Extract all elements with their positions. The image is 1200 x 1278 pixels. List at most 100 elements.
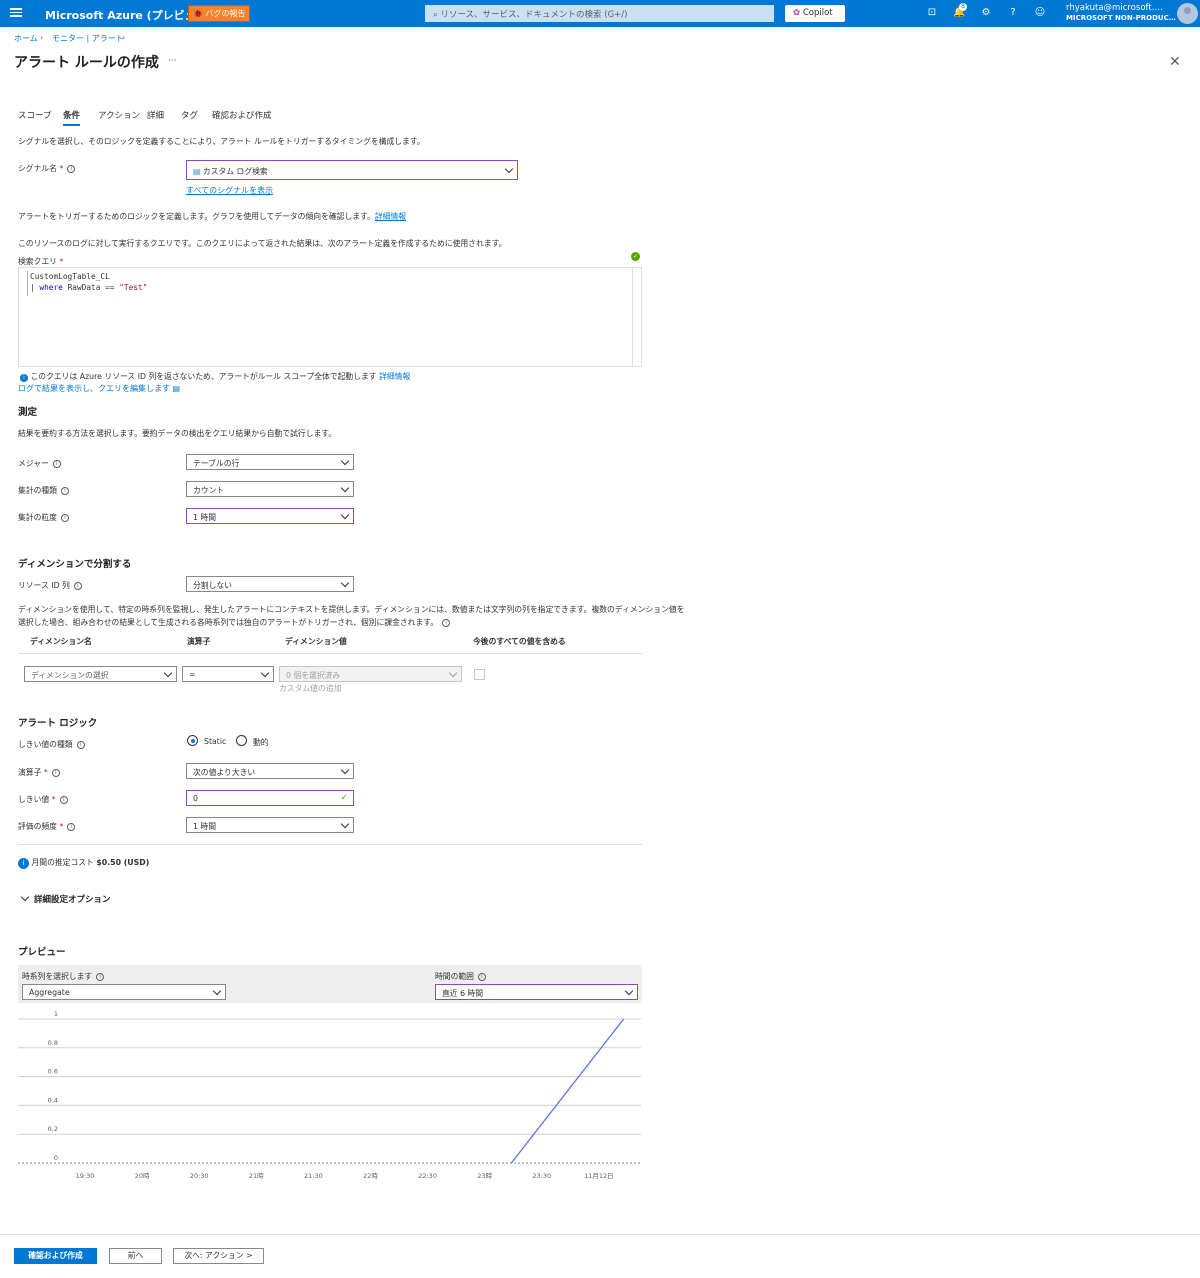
series-label-text: 時系列を選択します — [22, 972, 93, 981]
info-filled-icon: i — [20, 374, 28, 382]
dimension-operator-dropdown[interactable]: = — [182, 666, 274, 682]
divider — [18, 844, 642, 845]
close-icon[interactable]: ✕ — [1169, 54, 1181, 70]
frequency-value: 1 時間 — [193, 822, 217, 831]
info-icon[interactable]: i — [73, 582, 82, 590]
tab-scope[interactable]: スコープ — [18, 109, 52, 121]
time-range-label: 時間の範囲 i — [435, 971, 486, 982]
more-icon[interactable]: ··· — [168, 56, 177, 66]
tab-details[interactable]: 詳細 — [147, 109, 164, 121]
info-icon[interactable]: i — [442, 619, 451, 627]
previous-button[interactable]: 前へ — [109, 1248, 162, 1264]
logic-learn-more-link[interactable]: 詳細情報 — [375, 212, 406, 221]
logic-text-body: アラートをトリガーするためのロジックを定義します。グラフを使用してデータの傾向を… — [18, 212, 375, 221]
tab-review-create[interactable]: 確認および作成 — [212, 109, 272, 121]
info-icon[interactable]: i — [477, 973, 486, 981]
tab-tags[interactable]: タグ — [181, 109, 198, 121]
info-icon[interactable]: i — [59, 796, 68, 804]
query-line-1: CustomLogTable_CL — [30, 272, 110, 281]
info-icon[interactable]: i — [96, 973, 105, 981]
chevron-down-icon — [340, 578, 350, 588]
x-tick-label: 19:30 — [76, 1172, 95, 1180]
menu-icon[interactable] — [10, 6, 22, 20]
help-icon[interactable]: ? — [1007, 7, 1019, 19]
view-logs-link[interactable]: ログで結果を表示し、クエリを編集します ▤ — [18, 383, 180, 394]
agg-type-label-text: 集計の種類 — [18, 486, 57, 495]
info-icon[interactable]: i — [60, 514, 69, 522]
add-custom-value[interactable]: カスタム値の追加 — [279, 683, 341, 694]
chevron-down-icon — [340, 819, 350, 829]
agg-type-dropdown[interactable]: カウント — [186, 481, 354, 497]
required-mark: * — [59, 257, 64, 266]
threshold-type-label: しきい値の種類 i — [18, 739, 85, 750]
info-icon[interactable]: i — [60, 487, 69, 495]
settings-icon[interactable]: ⚙ — [980, 7, 992, 19]
copilot-button[interactable]: ✿ Copilot — [785, 5, 845, 22]
signal-value: カスタム ログ検索 — [202, 167, 268, 176]
advanced-options-toggle[interactable]: 詳細設定オプション — [20, 892, 111, 905]
preview-chart: 0 0.2 0.4 0.6 0.8 1 19:30 20時 20:30 21時 21:30 22時 22… — [18, 1010, 641, 1180]
y-tick-label: 0.4 — [48, 1096, 58, 1104]
cloud-shell-icon[interactable]: ⊡ — [926, 7, 938, 19]
editor-scrollbar[interactable] — [632, 268, 641, 366]
query-line-2: | where RawData == "Test" — [30, 283, 147, 292]
review-create-button[interactable]: 確認および作成 — [14, 1248, 97, 1264]
required-mark: * — [59, 822, 64, 831]
dimension-name-dropdown[interactable]: ディメンションの選択 — [24, 666, 177, 682]
static-radio[interactable] — [187, 735, 198, 746]
agg-granularity-value: 1 時間 — [193, 513, 217, 522]
col-include-future: 今後のすべての値を含める — [473, 637, 566, 646]
page-title: アラート ルールの作成 — [14, 55, 159, 71]
resource-id-dropdown[interactable]: 分割しない — [186, 576, 354, 592]
bug-report-button[interactable]: 🐞 バグの報告 — [188, 5, 250, 22]
avatar[interactable] — [1177, 3, 1198, 24]
required-mark: * — [59, 164, 64, 173]
info-icon[interactable]: i — [67, 165, 76, 173]
log-search-icon: ▤ — [193, 167, 201, 176]
chevron-down-icon — [340, 456, 350, 466]
time-range-dropdown[interactable]: 直近 6 時間 — [435, 984, 638, 1000]
series-dropdown[interactable]: Aggregate — [22, 984, 226, 1000]
signal-dropdown[interactable]: ▤ カスタム ログ検索 — [186, 160, 518, 180]
search-input[interactable]: ⌕ リソース、サービス、ドキュメントの検索 (G+/) — [425, 5, 774, 22]
tab-condition[interactable]: 条件 — [63, 109, 81, 126]
threshold-input[interactable]: 0 ✓ — [186, 790, 354, 806]
include-future-checkbox[interactable] — [474, 669, 485, 680]
dimension-values-dropdown[interactable]: 0 個を選択済み — [279, 666, 462, 682]
user-account[interactable]: rhyakuta@microsoft.… MICROSOFT NON-PRODU… — [1066, 3, 1176, 23]
notification-badge: 8 — [959, 3, 967, 11]
info-icon[interactable]: i — [76, 741, 85, 749]
operator-dropdown[interactable]: 次の値より大きい — [186, 763, 354, 779]
agg-granularity-dropdown[interactable]: 1 時間 — [186, 508, 354, 524]
cost-label: 月間の推定コスト — [31, 858, 94, 867]
breadcrumb-monitor[interactable]: モニター | アラート — [52, 33, 124, 44]
breadcrumb-home[interactable]: ホーム — [14, 33, 38, 44]
threshold-label: しきい値 * i — [18, 794, 68, 805]
info-icon[interactable]: i — [67, 823, 76, 831]
frequency-dropdown[interactable]: 1 時間 — [186, 817, 354, 833]
tab-actions[interactable]: アクション — [98, 109, 140, 121]
logic-text: アラートをトリガーするためのロジックを定義します。グラフを使用してデータの傾向を… — [18, 211, 406, 222]
series-line — [510, 1018, 625, 1164]
time-range-label-text: 時間の範囲 — [435, 972, 474, 981]
dimension-name-value: ディメンションの選択 — [31, 671, 109, 680]
col-operator: 演算子 — [187, 637, 211, 646]
show-all-signals-link[interactable]: すべてのシグナルを表示 — [186, 185, 273, 196]
y-tick-label: 0.2 — [48, 1125, 58, 1133]
agg-granularity-label: 集計の粒度 i — [18, 512, 69, 523]
chevron-right-icon: › — [122, 33, 126, 42]
info-icon[interactable]: i — [52, 460, 61, 468]
dimensions-desc-1: ディメンションを使用して、特定の時系列を監視し、発生したアラートにコンテキストを… — [18, 605, 685, 614]
dimensions-title: ディメンションで分割する — [18, 559, 132, 570]
measure-dropdown[interactable]: テーブルの行 — [186, 454, 354, 470]
user-email: rhyakuta@microsoft.… — [1066, 3, 1163, 13]
query-note-link[interactable]: 詳細情報 — [379, 372, 410, 381]
query-editor[interactable]: CustomLogTable_CL | where RawData == "Te… — [18, 267, 642, 367]
x-tick-label: 23時 — [477, 1172, 492, 1180]
user-tenant: MICROSOFT NON-PRODUC… — [1066, 14, 1176, 22]
info-icon[interactable]: i — [51, 769, 60, 777]
dynamic-radio[interactable] — [236, 735, 247, 746]
next-actions-button[interactable]: 次へ: アクション > — [173, 1248, 264, 1264]
feedback-icon[interactable]: ☺ — [1034, 7, 1046, 19]
brand-title[interactable]: Microsoft Azure (プレビュー) — [45, 7, 212, 23]
